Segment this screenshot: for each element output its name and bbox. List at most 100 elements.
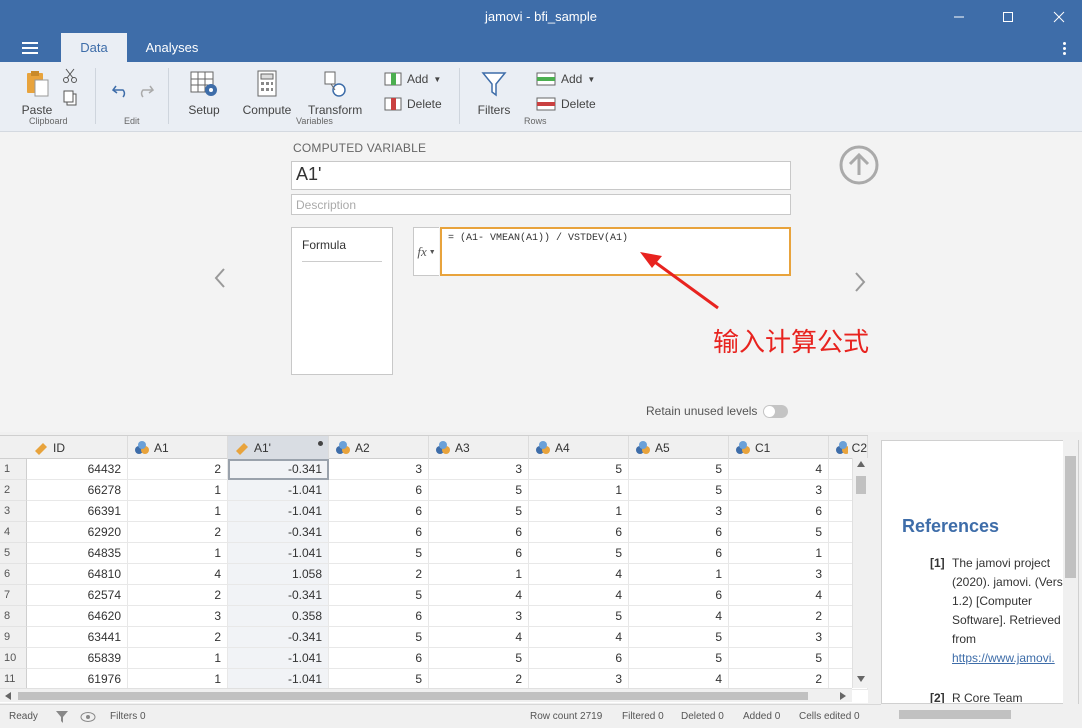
grid-horizontal-scroll-thumb[interactable] — [18, 692, 808, 700]
table-cell[interactable]: 2 — [128, 627, 228, 648]
table-cell[interactable]: 1 — [128, 648, 228, 669]
table-cell[interactable]: 5 — [429, 480, 529, 501]
table-cell[interactable]: -0.341 — [228, 627, 329, 648]
column-header-a4[interactable]: A4 — [529, 436, 629, 459]
table-cell[interactable]: 5 — [429, 501, 529, 522]
table-cell[interactable]: 62920 — [27, 522, 128, 543]
table-cell[interactable]: 2 — [329, 564, 429, 585]
tab-analyses[interactable]: Analyses — [136, 33, 208, 62]
table-cell[interactable]: 4 — [529, 627, 629, 648]
results-vertical-scrollbar[interactable] — [1063, 440, 1078, 704]
maximize-button[interactable] — [985, 0, 1031, 33]
table-cell[interactable]: 1 — [128, 501, 228, 522]
table-cell[interactable]: 5 — [329, 543, 429, 564]
formula-tab[interactable]: Formula — [302, 238, 382, 262]
previous-variable-arrow[interactable] — [212, 266, 228, 297]
table-cell[interactable]: 1 — [128, 669, 228, 690]
table-cell[interactable]: 5 — [529, 606, 629, 627]
table-cell[interactable]: 2 — [128, 585, 228, 606]
transform-button[interactable]: Transform — [308, 70, 362, 117]
row-number[interactable]: 1 — [0, 459, 27, 480]
minimize-button[interactable] — [936, 0, 982, 33]
table-cell[interactable]: 6 — [329, 480, 429, 501]
table-cell[interactable]: 4 — [429, 627, 529, 648]
table-cell[interactable]: 5 — [329, 585, 429, 606]
table-cell[interactable]: 2 — [128, 459, 228, 480]
delete-row-button[interactable]: Delete — [536, 97, 596, 111]
table-cell[interactable]: 1 — [128, 480, 228, 501]
row-number[interactable]: 6 — [0, 564, 27, 585]
table-cell[interactable]: 6 — [529, 522, 629, 543]
add-row-button[interactable]: Add ▼ — [536, 72, 595, 86]
table-cell[interactable]: 64835 — [27, 543, 128, 564]
table-cell[interactable]: 1 — [429, 564, 529, 585]
table-cell[interactable]: 6 — [329, 501, 429, 522]
function-picker-button[interactable]: fx ▼ — [413, 227, 439, 276]
description-input[interactable]: Description — [291, 194, 791, 215]
table-cell[interactable]: -1.041 — [228, 501, 329, 522]
results-horizontal-scroll-thumb[interactable] — [899, 710, 1011, 719]
paste-button[interactable]: Paste — [20, 70, 54, 117]
row-number[interactable]: 10 — [0, 648, 27, 669]
compute-button[interactable]: Compute — [242, 70, 292, 117]
redo-button[interactable] — [136, 82, 155, 101]
table-cell[interactable]: 3 — [429, 459, 529, 480]
table-cell[interactable]: 1.058 — [228, 564, 329, 585]
table-cell[interactable]: 3 — [128, 606, 228, 627]
setup-button[interactable]: Setup — [186, 70, 222, 117]
table-cell[interactable]: 5 — [529, 543, 629, 564]
row-number[interactable]: 8 — [0, 606, 27, 627]
table-cell[interactable]: 4 — [529, 564, 629, 585]
table-cell[interactable]: 3 — [329, 459, 429, 480]
table-cell[interactable]: 5 — [629, 480, 729, 501]
table-cell[interactable]: 5 — [629, 648, 729, 669]
row-number[interactable]: 7 — [0, 585, 27, 606]
table-cell[interactable]: 61976 — [27, 669, 128, 690]
table-cell[interactable]: 64620 — [27, 606, 128, 627]
column-header-a1-prime[interactable]: A1' — [228, 436, 329, 459]
results-vertical-scroll-thumb[interactable] — [1065, 456, 1076, 578]
table-cell[interactable]: 5 — [729, 648, 829, 669]
formula-input[interactable]: = (A1- VMEAN(A1)) / VSTDEV(A1) — [440, 227, 791, 276]
table-cell[interactable]: 5 — [329, 669, 429, 690]
table-cell[interactable]: 5 — [529, 459, 629, 480]
close-button[interactable] — [1036, 0, 1082, 33]
collapse-panel-button[interactable] — [838, 144, 880, 189]
filters-button[interactable]: Filters — [476, 70, 512, 117]
table-cell[interactable]: 3 — [729, 627, 829, 648]
row-number[interactable]: 5 — [0, 543, 27, 564]
table-cell[interactable]: 3 — [629, 501, 729, 522]
results-horizontal-scrollbar[interactable] — [881, 704, 1063, 724]
column-header-a2[interactable]: A2 — [329, 436, 429, 459]
table-cell[interactable]: -0.341 — [228, 459, 329, 480]
table-cell[interactable]: 1 — [629, 564, 729, 585]
table-cell[interactable]: 2 — [729, 606, 829, 627]
row-number[interactable]: 11 — [0, 669, 27, 690]
cut-button[interactable] — [62, 68, 78, 87]
table-cell[interactable]: 6 — [429, 543, 529, 564]
table-cell[interactable]: 5 — [329, 627, 429, 648]
retain-unused-levels-toggle[interactable] — [763, 404, 789, 418]
table-cell[interactable]: 62574 — [27, 585, 128, 606]
table-cell[interactable]: 2 — [729, 669, 829, 690]
column-header-id[interactable]: ID — [27, 436, 128, 459]
table-cell[interactable]: 64432 — [27, 459, 128, 480]
table-cell[interactable]: 6 — [329, 606, 429, 627]
table-cell[interactable]: 1 — [729, 543, 829, 564]
table-cell[interactable]: 3 — [729, 564, 829, 585]
delete-variable-button[interactable]: Delete — [384, 97, 442, 111]
table-cell[interactable]: 64810 — [27, 564, 128, 585]
table-cell[interactable]: 0.358 — [228, 606, 329, 627]
table-cell[interactable]: 3 — [529, 669, 629, 690]
table-cell[interactable]: 6 — [329, 522, 429, 543]
grid-horizontal-scrollbar[interactable] — [0, 688, 852, 702]
table-cell[interactable]: 1 — [529, 501, 629, 522]
column-header-a5[interactable]: A5 — [629, 436, 729, 459]
undo-button[interactable] — [111, 82, 130, 101]
table-cell[interactable]: 4 — [529, 585, 629, 606]
column-header-c1[interactable]: C1 — [729, 436, 829, 459]
table-cell[interactable]: 4 — [429, 585, 529, 606]
table-cell[interactable]: 4 — [128, 564, 228, 585]
table-cell[interactable]: 6 — [629, 585, 729, 606]
table-cell[interactable]: -1.041 — [228, 543, 329, 564]
